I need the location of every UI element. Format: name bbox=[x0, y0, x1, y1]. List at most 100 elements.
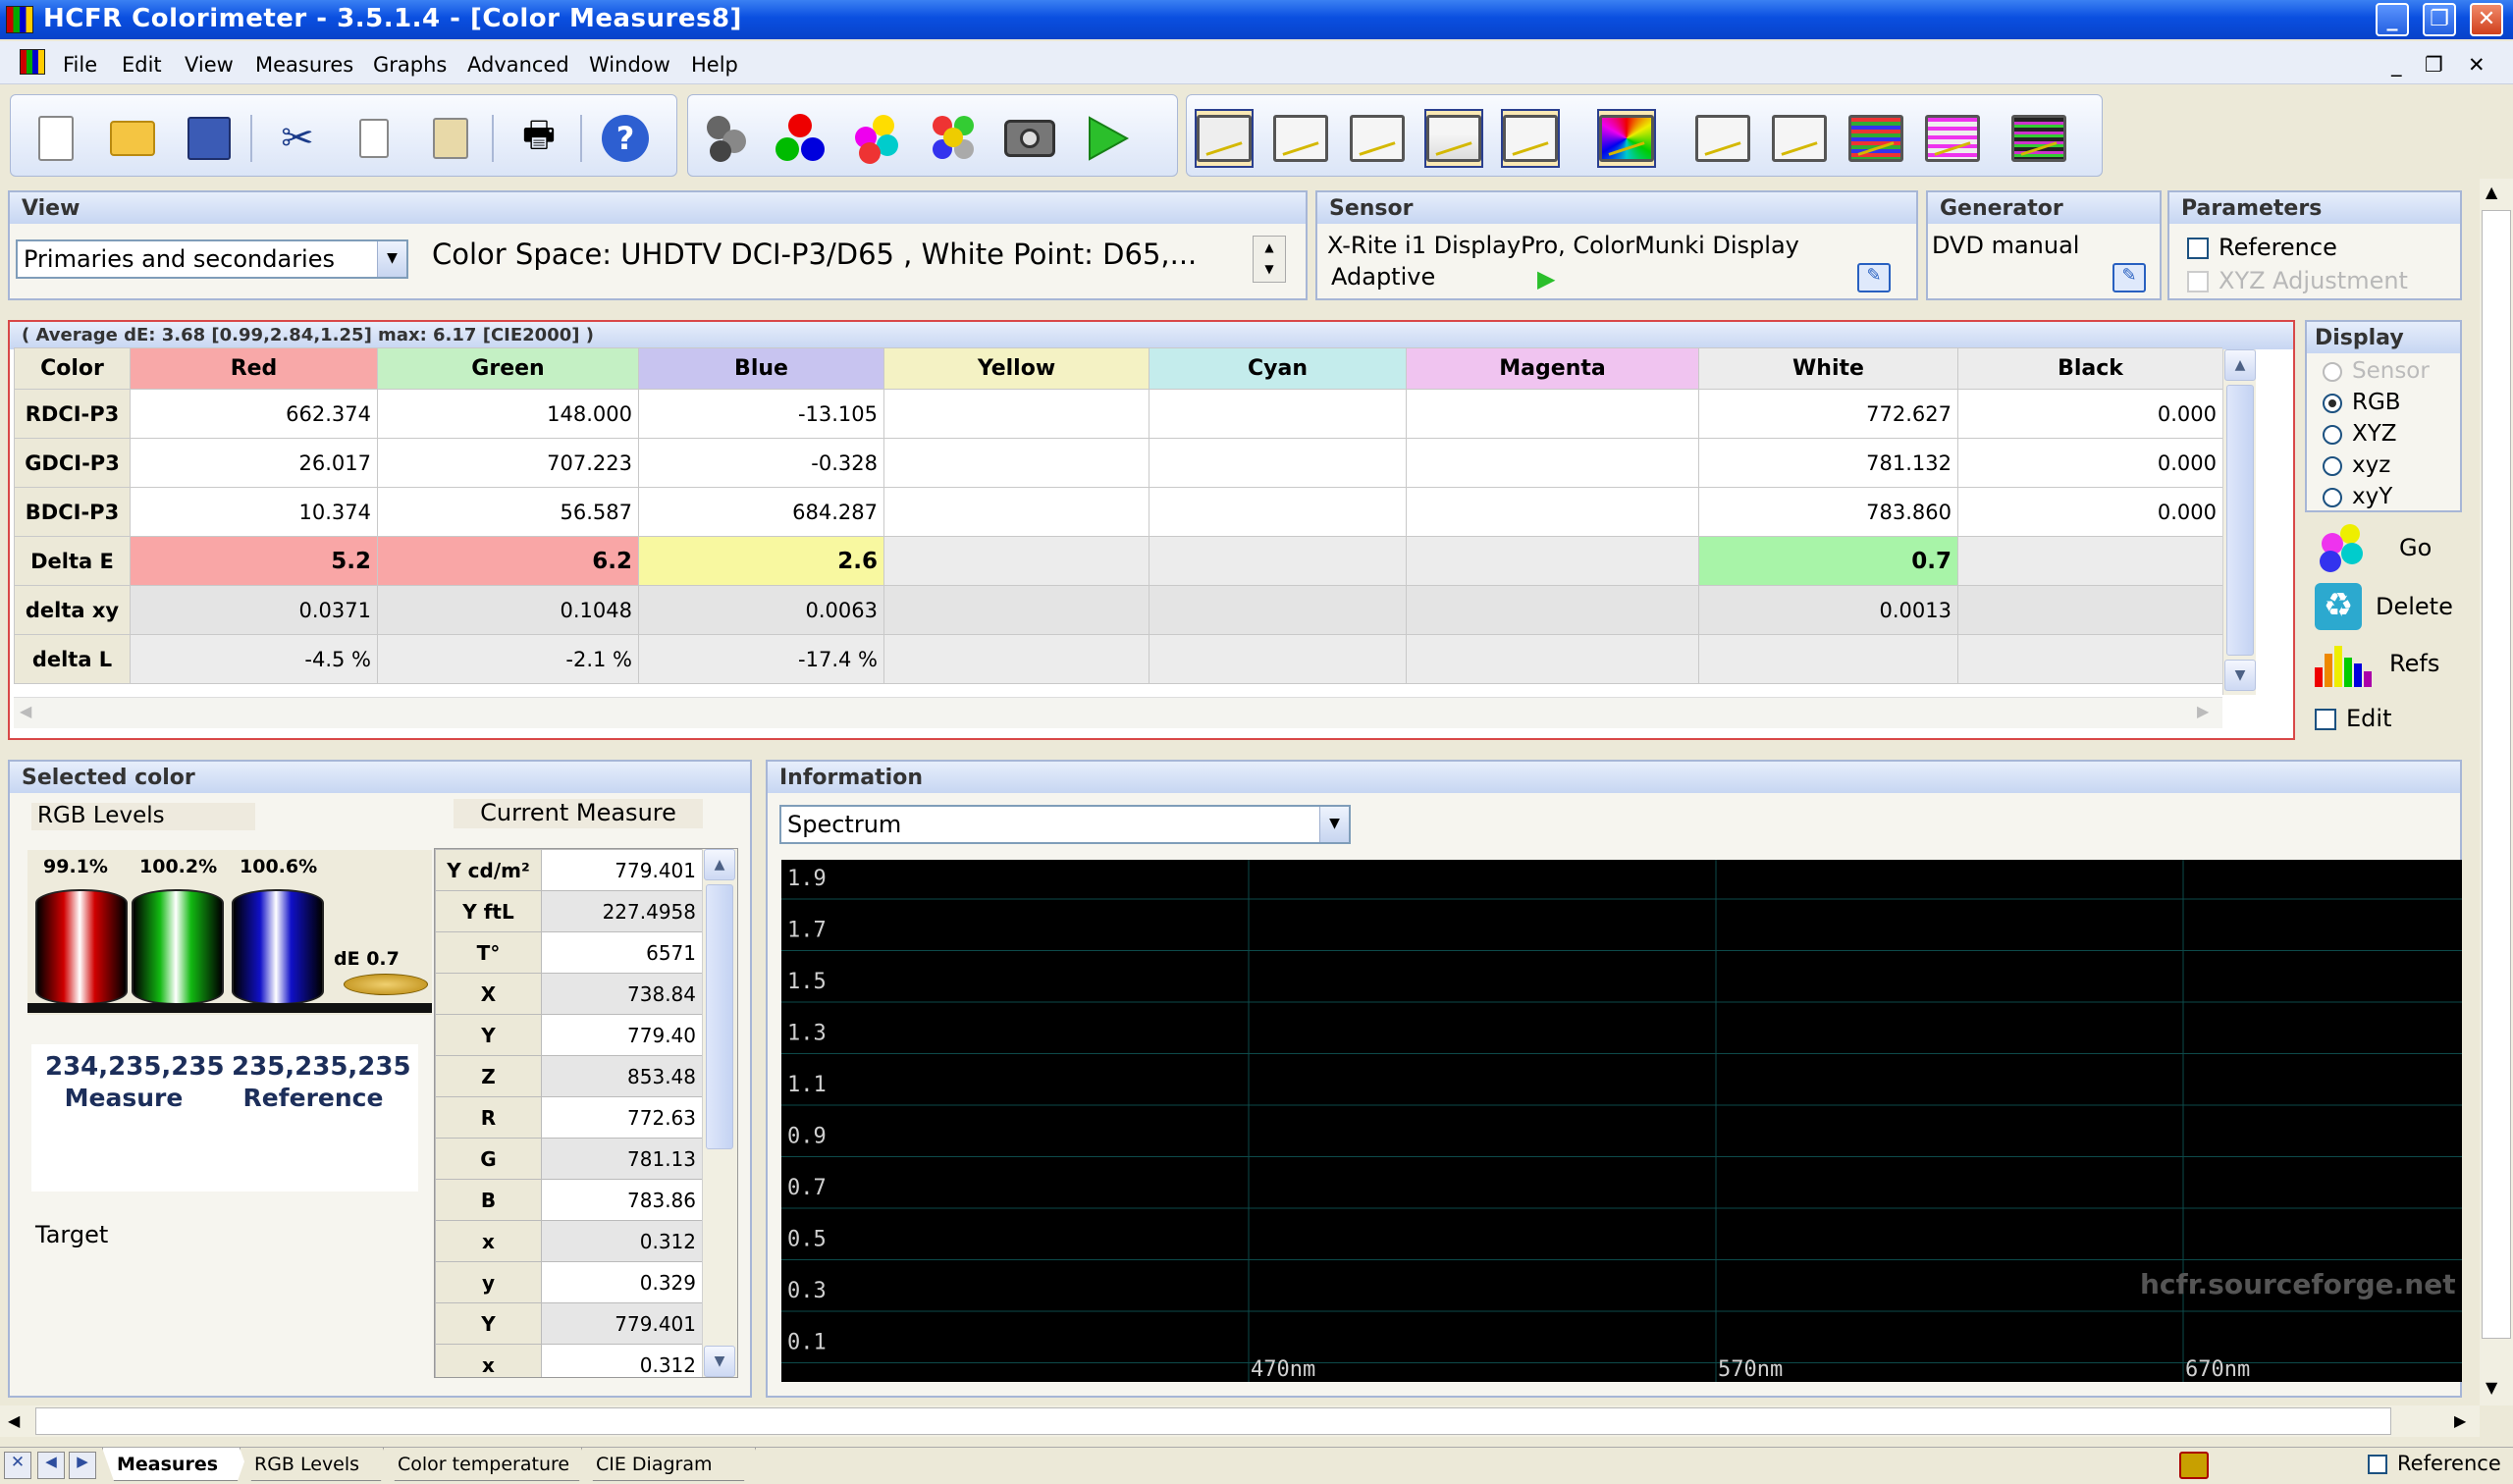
grid-cell[interactable]: 662.374 bbox=[130, 389, 378, 439]
grid-cell[interactable] bbox=[883, 438, 1150, 488]
menu-help[interactable]: Help bbox=[691, 53, 738, 77]
main-horizontal-scrollbar[interactable]: ◀ ▶ bbox=[0, 1405, 2480, 1437]
grid-row-header[interactable]: BDCI-P3 bbox=[14, 487, 131, 537]
col-header-black[interactable]: Black bbox=[1957, 347, 2222, 390]
menu-window[interactable]: Window bbox=[589, 53, 670, 77]
luminance-graph-icon[interactable] bbox=[1348, 109, 1407, 168]
menu-advanced[interactable]: Advanced bbox=[467, 53, 569, 77]
grid-cell[interactable] bbox=[883, 487, 1150, 537]
play-icon[interactable] bbox=[1077, 109, 1136, 168]
menu-view[interactable]: View bbox=[185, 53, 234, 77]
grid-cell[interactable]: -4.5 % bbox=[130, 634, 378, 684]
grid-cell[interactable]: 0.0063 bbox=[638, 585, 884, 635]
grid-cell[interactable] bbox=[883, 536, 1150, 586]
col-header-white[interactable]: White bbox=[1698, 347, 1958, 390]
col-header-cyan[interactable]: Cyan bbox=[1149, 347, 1407, 390]
measures-graph-icon[interactable] bbox=[1195, 109, 1254, 168]
menu-measures[interactable]: Measures bbox=[255, 53, 353, 77]
grid-cell[interactable] bbox=[1149, 389, 1407, 439]
measure-table-scrollbar[interactable]: ▲ ▼ bbox=[702, 849, 737, 1377]
main-scroll-left-icon[interactable]: ◀ bbox=[8, 1411, 20, 1430]
mdi-minimize-button[interactable]: _ bbox=[2391, 53, 2402, 77]
tab-close-icon[interactable]: ✕ bbox=[4, 1452, 31, 1479]
grid-cell[interactable] bbox=[883, 585, 1150, 635]
col-header-red[interactable]: Red bbox=[130, 347, 378, 390]
rgb-balls-icon[interactable] bbox=[771, 109, 829, 168]
grid-row-header[interactable]: RDCI-P3 bbox=[14, 389, 131, 439]
menu-file[interactable]: File bbox=[63, 53, 97, 77]
menu-graphs[interactable]: Graphs bbox=[373, 53, 447, 77]
grid-vertical-scrollbar[interactable]: ▲ ▼ bbox=[2222, 349, 2256, 695]
col-header-yellow[interactable]: Yellow bbox=[883, 347, 1150, 390]
grid-cell[interactable]: 0.000 bbox=[1957, 438, 2222, 488]
minimize-button[interactable]: _ bbox=[2376, 3, 2409, 36]
save-icon[interactable] bbox=[180, 109, 239, 168]
grid-cell[interactable]: 56.587 bbox=[377, 487, 639, 537]
help-icon[interactable]: ? bbox=[596, 109, 655, 168]
multi-balls-icon[interactable] bbox=[924, 109, 983, 168]
grid-horizontal-scrollbar[interactable]: ◀ ▶ bbox=[14, 697, 2222, 728]
scroll-down-icon[interactable]: ▼ bbox=[2224, 660, 2256, 691]
grid-cell[interactable] bbox=[1149, 536, 1407, 586]
measure-scroll-thumb[interactable] bbox=[706, 884, 733, 1149]
xyz-adjustment-checkbox[interactable]: XYZ Adjustment bbox=[2187, 267, 2408, 294]
sensor-config-icon[interactable]: ✎ bbox=[1857, 263, 1891, 292]
sat-luma-graph-icon[interactable] bbox=[1923, 109, 1982, 168]
dark-graph-icon[interactable] bbox=[2009, 109, 2068, 168]
tab-color-temperature[interactable]: Color temperature bbox=[383, 1448, 591, 1481]
view-mode-select[interactable]: Primaries and secondaries ▼ bbox=[16, 239, 408, 279]
grid-cell[interactable]: 0.000 bbox=[1957, 487, 2222, 537]
grid-cell[interactable] bbox=[1957, 585, 2222, 635]
go-button[interactable]: Go bbox=[2305, 522, 2462, 573]
grid-cell[interactable]: 5.2 bbox=[130, 536, 378, 586]
grid-cell[interactable]: 0.0013 bbox=[1698, 585, 1958, 635]
close-button[interactable]: ✕ bbox=[2470, 3, 2503, 36]
display-option-xyy[interactable]: xyY bbox=[2323, 481, 2392, 512]
saturation-graph-icon[interactable] bbox=[1693, 109, 1752, 168]
color-space-spinner[interactable]: ▲ ▼ bbox=[1253, 236, 1286, 283]
grid-cell[interactable] bbox=[1149, 438, 1407, 488]
restore-button[interactable]: ❐ bbox=[2423, 3, 2456, 36]
display-option-rgb[interactable]: RGB bbox=[2323, 387, 2401, 418]
col-header-magenta[interactable]: Magenta bbox=[1406, 347, 1699, 390]
main-hscroll-thumb[interactable] bbox=[35, 1407, 2391, 1435]
camera-icon[interactable] bbox=[1000, 109, 1059, 168]
mdi-close-button[interactable]: ✕ bbox=[2468, 53, 2486, 77]
tab-rgb-levels[interactable]: RGB Levels bbox=[240, 1448, 393, 1481]
grid-cell[interactable]: 2.6 bbox=[638, 536, 884, 586]
grid-cell[interactable]: -13.105 bbox=[638, 389, 884, 439]
measure-scroll-up-icon[interactable]: ▲ bbox=[704, 849, 735, 880]
grid-row-header[interactable]: delta L bbox=[14, 634, 131, 684]
grid-cell[interactable] bbox=[1406, 536, 1699, 586]
display-option-xyz-lower[interactable]: xyz bbox=[2323, 450, 2390, 481]
rgb-levels-graph-icon[interactable] bbox=[1424, 109, 1483, 168]
grid-cell[interactable] bbox=[1406, 438, 1699, 488]
grid-cell[interactable]: 772.627 bbox=[1698, 389, 1958, 439]
grid-cell[interactable]: 707.223 bbox=[377, 438, 639, 488]
tab-next-icon[interactable]: ▶ bbox=[69, 1452, 96, 1479]
color-temp-graph-icon[interactable] bbox=[1501, 109, 1560, 168]
copy-icon[interactable] bbox=[345, 109, 403, 168]
open-icon[interactable] bbox=[103, 109, 162, 168]
tab-cie-diagram[interactable]: CIE Diagram bbox=[581, 1448, 756, 1481]
grid-cell[interactable]: 148.000 bbox=[377, 389, 639, 439]
grid-cell[interactable]: -2.1 % bbox=[377, 634, 639, 684]
grid-cell[interactable]: 0.000 bbox=[1957, 389, 2222, 439]
grid-cell[interactable]: -0.328 bbox=[638, 438, 884, 488]
cut-icon[interactable]: ✂ bbox=[268, 109, 327, 168]
scroll-right-icon[interactable]: ▶ bbox=[2197, 702, 2209, 720]
grid-cell[interactable] bbox=[883, 634, 1150, 684]
grid-cell[interactable] bbox=[1149, 634, 1407, 684]
status-reference-checkbox[interactable]: Reference bbox=[2368, 1452, 2501, 1475]
grid-row-header[interactable]: GDCI-P3 bbox=[14, 438, 131, 488]
tab-prev-icon[interactable]: ◀ bbox=[37, 1452, 65, 1479]
grid-cell[interactable]: 0.1048 bbox=[377, 585, 639, 635]
grid-cell[interactable] bbox=[1406, 487, 1699, 537]
main-scroll-up-icon[interactable]: ▲ bbox=[2486, 183, 2497, 201]
grid-cell[interactable] bbox=[1957, 634, 2222, 684]
grid-cell[interactable] bbox=[883, 389, 1150, 439]
refs-button[interactable]: Refs bbox=[2305, 638, 2462, 689]
main-scroll-right-icon[interactable]: ▶ bbox=[2454, 1411, 2466, 1430]
grid-cell[interactable] bbox=[1406, 389, 1699, 439]
grid-cell[interactable] bbox=[1406, 585, 1699, 635]
